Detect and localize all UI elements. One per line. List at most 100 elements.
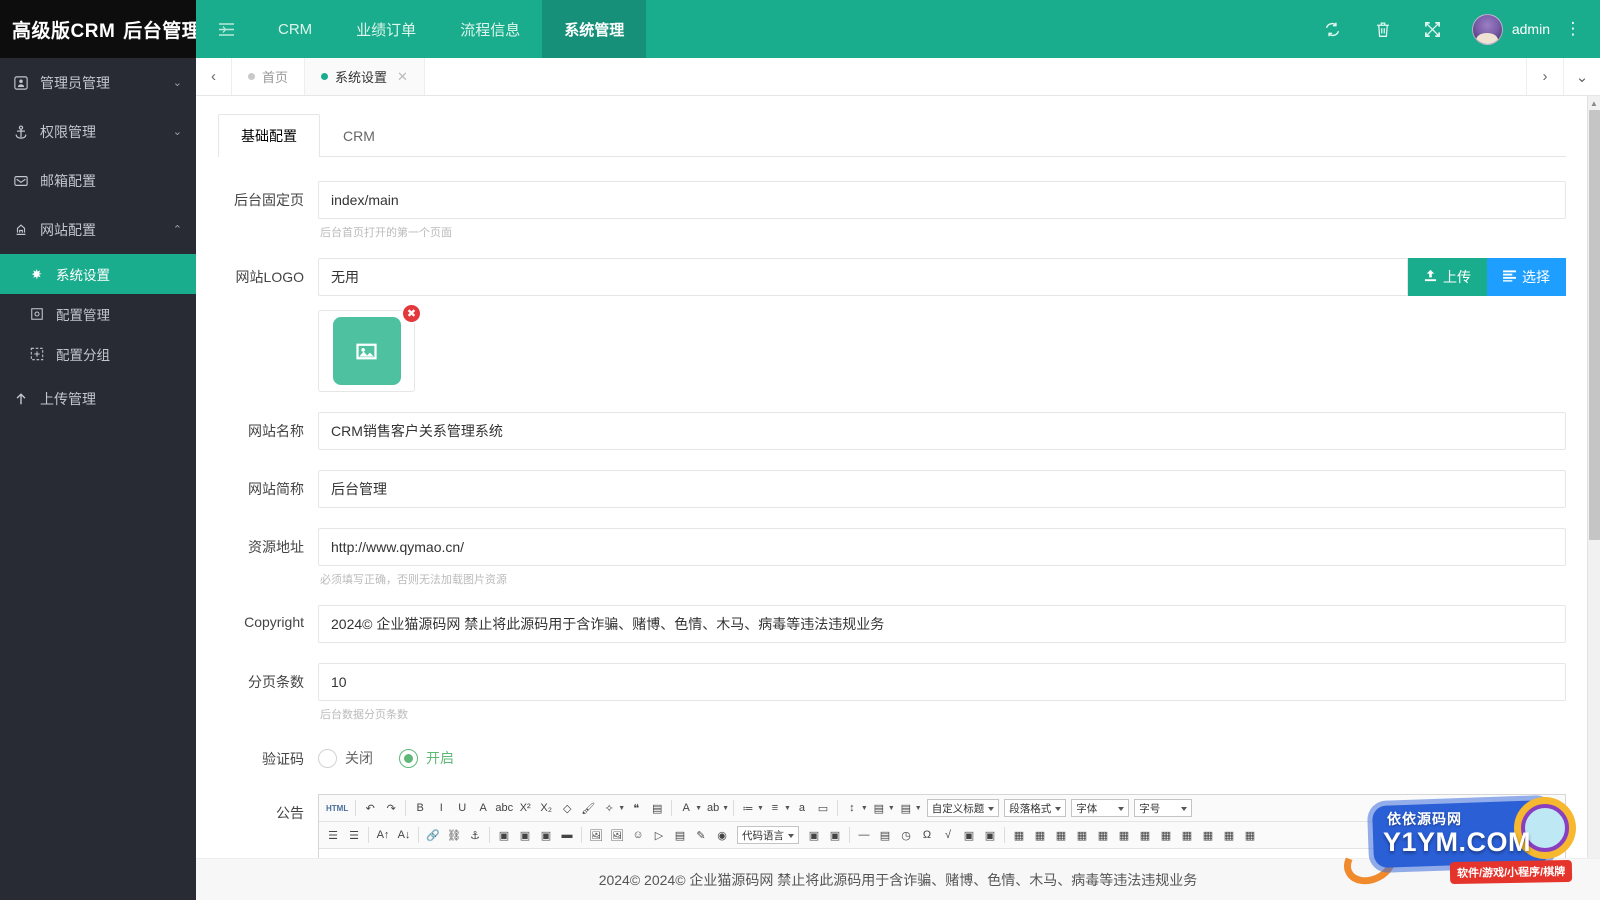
background-color-button[interactable]: ab (703, 798, 723, 818)
scrollbar-thumb[interactable] (1589, 110, 1600, 540)
merge-cells-button[interactable]: ▦ (1051, 825, 1071, 845)
undo-button[interactable]: ↶ (360, 798, 380, 818)
chevron-down-icon[interactable]: ⌄ (173, 76, 182, 89)
chevron-down-icon[interactable]: ⌄ (173, 125, 182, 138)
search-replace-button[interactable]: ▣ (959, 825, 979, 845)
horizontal-rule-button[interactable]: — (854, 825, 874, 845)
insert-code-button[interactable]: ▣ (804, 825, 824, 845)
map-button[interactable]: ◉ (712, 825, 732, 845)
ordered-list-dropdown-icon[interactable]: ▼ (757, 805, 764, 812)
insert-image-button[interactable]: 🖼 (586, 825, 606, 845)
table-style-button[interactable]: ▦ (1156, 825, 1176, 845)
italic-button[interactable]: I (431, 798, 451, 818)
align-dropdown-icon[interactable]: ▼ (888, 805, 895, 812)
nav-item-0[interactable]: CRM (256, 0, 334, 58)
vertical-dots-icon[interactable]: ⋮ (1556, 0, 1590, 58)
editor-select-2[interactable]: 字体 (1071, 799, 1130, 817)
unordered-list-dropdown-icon[interactable]: ▼ (784, 805, 791, 812)
line-height-dropdown-icon[interactable]: ▼ (861, 805, 868, 812)
template-button[interactable]: ▤ (647, 798, 667, 818)
underline-button[interactable]: U (452, 798, 472, 818)
subscript-button[interactable]: X₂ (536, 798, 556, 818)
image-none-button[interactable]: ▬ (557, 825, 577, 845)
fullscreen-icon[interactable] (1408, 0, 1458, 58)
table-more-button[interactable]: ▦ (1240, 825, 1260, 845)
refresh-icon[interactable] (1308, 0, 1358, 58)
anchor-text-button[interactable]: a (792, 798, 812, 818)
upload-button[interactable]: 上传 (1408, 258, 1487, 296)
site-name-input[interactable] (318, 412, 1566, 450)
captcha-radio-on[interactable]: 开启 (399, 748, 454, 768)
chevron-right-icon[interactable]: › (1526, 58, 1563, 95)
unordered-list-button[interactable]: ≡ (765, 798, 785, 818)
formula-button[interactable]: √ (938, 825, 958, 845)
format-brush-button[interactable]: 🖌 (578, 798, 598, 818)
delete-logo-badge[interactable]: ✖ (401, 303, 422, 324)
delete-table-button[interactable]: ▦ (1030, 825, 1050, 845)
table-sort-button[interactable]: ▦ (1135, 825, 1155, 845)
anchor-button[interactable]: ⚓ (465, 825, 485, 845)
line-height-button[interactable]: ↕ (842, 798, 862, 818)
video-button[interactable]: ▷ (649, 825, 669, 845)
direction-dropdown-icon[interactable]: ▼ (915, 805, 922, 812)
sidebar-item-3[interactable]: 网站配置 ⌃ (0, 205, 196, 254)
align-button[interactable]: ▤ (869, 798, 889, 818)
bold-button[interactable]: B (410, 798, 430, 818)
text-border-button[interactable]: A (473, 798, 493, 818)
vertical-scrollbar[interactable]: ▲ (1587, 96, 1600, 858)
editor-select-3[interactable]: 字号 (1134, 799, 1193, 817)
page-break-button[interactable]: ▭ (813, 798, 833, 818)
table-border-button[interactable]: ▦ (1198, 825, 1218, 845)
nav-item-1[interactable]: 业绩订单 (334, 0, 438, 58)
sidebar-item-5[interactable]: 配置管理 (0, 294, 196, 334)
chevron-left-icon[interactable]: ‹ (196, 58, 232, 95)
date-button[interactable]: ▤ (875, 825, 895, 845)
attachment-button[interactable]: ▤ (670, 825, 690, 845)
insert-frame-button[interactable]: ▣ (825, 825, 845, 845)
sidebar-item-0[interactable]: 管理员管理 ⌄ (0, 58, 196, 107)
trash-icon[interactable] (1358, 0, 1408, 58)
pen-button[interactable]: ✎ (691, 825, 711, 845)
special-char-button[interactable]: Ω (917, 825, 937, 845)
strikethrough-button[interactable]: abc (494, 798, 514, 818)
redo-button[interactable]: ↷ (381, 798, 401, 818)
font-color-dropdown-icon[interactable]: ▼ (695, 805, 702, 812)
multi-image-button[interactable]: 🖼 (607, 825, 627, 845)
close-icon[interactable]: ✕ (397, 69, 408, 85)
sidebar-item-2[interactable]: 邮箱配置 (0, 156, 196, 205)
page-size-input[interactable] (318, 663, 1566, 701)
tab-basic-config[interactable]: 基础配置 (218, 114, 320, 157)
page-tab-1[interactable]: 系统设置 ✕ (305, 58, 425, 95)
ordered-list-button[interactable]: ≔ (738, 798, 758, 818)
clear-format-dropdown-icon[interactable]: ▼ (618, 805, 625, 812)
superscript-button[interactable]: X² (515, 798, 535, 818)
emoticon-button[interactable]: ☺ (628, 825, 648, 845)
table-bg-button[interactable]: ▦ (1177, 825, 1197, 845)
sidebar-item-6[interactable]: 配置分组 (0, 334, 196, 374)
image-left-button[interactable]: ▣ (494, 825, 514, 845)
hamburger-icon[interactable] (196, 0, 256, 58)
table-props-button[interactable]: ▦ (1219, 825, 1239, 845)
time-button[interactable]: ◷ (896, 825, 916, 845)
fixed-page-input[interactable] (318, 181, 1566, 219)
resource-url-input[interactable] (318, 528, 1566, 566)
sidebar-item-1[interactable]: 权限管理 ⌄ (0, 107, 196, 156)
eraser-button[interactable]: ◇ (557, 798, 577, 818)
blockquote-button[interactable]: ❝ (626, 798, 646, 818)
chevron-up-icon[interactable]: ⌃ (173, 223, 182, 236)
direction-button[interactable]: ▤ (896, 798, 916, 818)
code-language-select[interactable]: 代码语言 (737, 826, 799, 844)
align-justify-button[interactable]: ☰ (344, 825, 364, 845)
split-cells-button[interactable]: ▦ (1072, 825, 1092, 845)
page-tab-0[interactable]: 首页 (232, 58, 306, 95)
unlink-button[interactable]: ⛓ (444, 825, 464, 845)
table-row-button[interactable]: ▦ (1093, 825, 1113, 845)
increase-font-button[interactable]: A↑ (373, 825, 393, 845)
chevron-down-icon[interactable]: ⌄ (1563, 58, 1600, 95)
editor-select-0[interactable]: 自定义标题 (926, 799, 1000, 817)
nav-item-3[interactable]: 系统管理 (542, 0, 647, 58)
nav-item-2[interactable]: 流程信息 (438, 0, 542, 58)
image-right-button[interactable]: ▣ (515, 825, 535, 845)
table-col-button[interactable]: ▦ (1114, 825, 1134, 845)
scroll-up-arrow[interactable]: ▲ (1588, 96, 1600, 110)
